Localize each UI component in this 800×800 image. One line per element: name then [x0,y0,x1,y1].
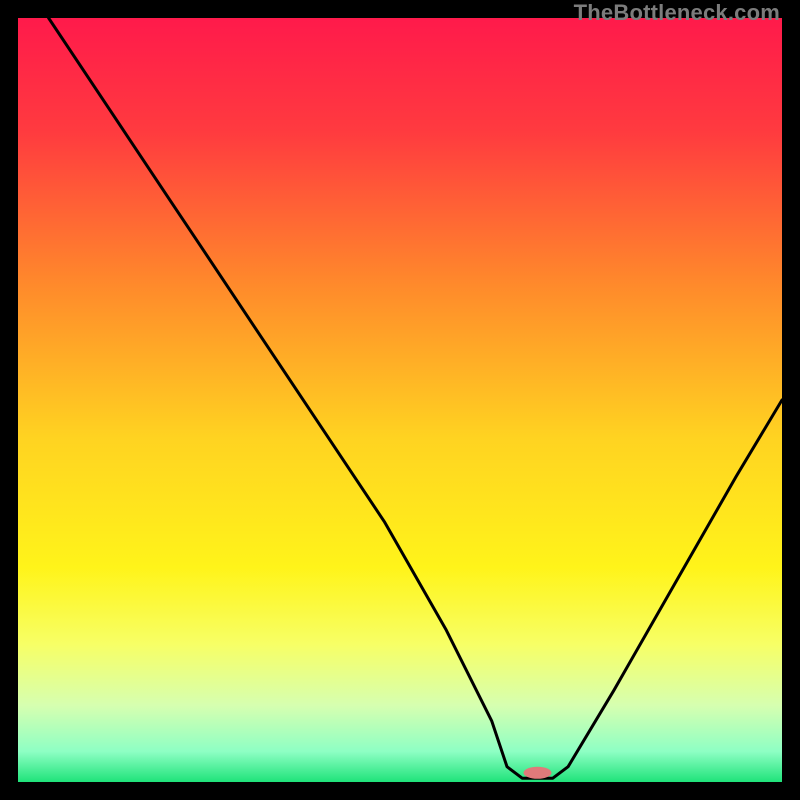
gradient-background [18,18,782,782]
watermark-text: TheBottleneck.com [574,0,780,26]
bottleneck-chart [18,18,782,782]
optimum-marker [524,767,552,779]
chart-frame [18,18,782,782]
